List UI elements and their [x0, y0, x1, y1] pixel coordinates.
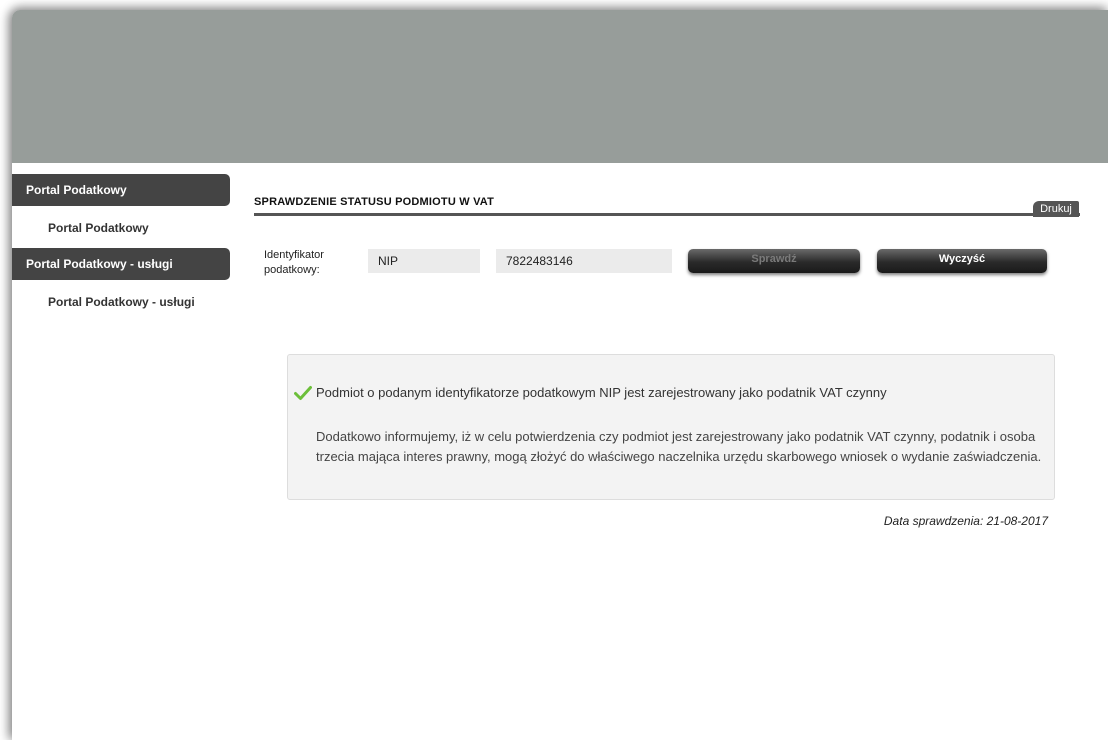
header-banner — [12, 10, 1108, 163]
tax-id-label: Identyfikator podatkowy: — [264, 248, 324, 278]
page-frame: Portal Podatkowy Portal Podatkowy Portal… — [12, 10, 1108, 740]
clear-button[interactable]: Wyczyść — [877, 249, 1047, 273]
result-panel: Podmiot o podanym identyfikatorze podatk… — [287, 354, 1055, 500]
check-icon — [294, 386, 312, 400]
sidebar-item-portal[interactable]: Portal Podatkowy — [48, 221, 149, 235]
result-message: Podmiot o podanym identyfikatorze podatk… — [316, 385, 887, 400]
tax-id-label-line1: Identyfikator — [264, 249, 324, 261]
tax-id-input[interactable]: 7822483146 — [496, 249, 672, 273]
print-button[interactable]: Drukuj — [1033, 201, 1079, 217]
check-button[interactable]: Sprawdź — [688, 249, 860, 273]
sidebar-item-services[interactable]: Portal Podatkowy - usługi — [48, 295, 195, 309]
sidebar-header-services[interactable]: Portal Podatkowy - usługi — [12, 248, 230, 280]
sidebar-header-portal[interactable]: Portal Podatkowy — [12, 174, 230, 206]
id-type-select[interactable]: NIP — [368, 249, 480, 273]
page-title: SPRAWDZENIE STATUSU PODMIOTU W VAT — [254, 196, 495, 208]
check-date: Data sprawdzenia: 21-08-2017 — [883, 514, 1048, 528]
title-divider — [254, 213, 1080, 216]
tax-id-label-line2: podatkowy: — [264, 264, 320, 276]
result-info: Dodatkowo informujemy, iż w celu potwier… — [316, 429, 1042, 464]
